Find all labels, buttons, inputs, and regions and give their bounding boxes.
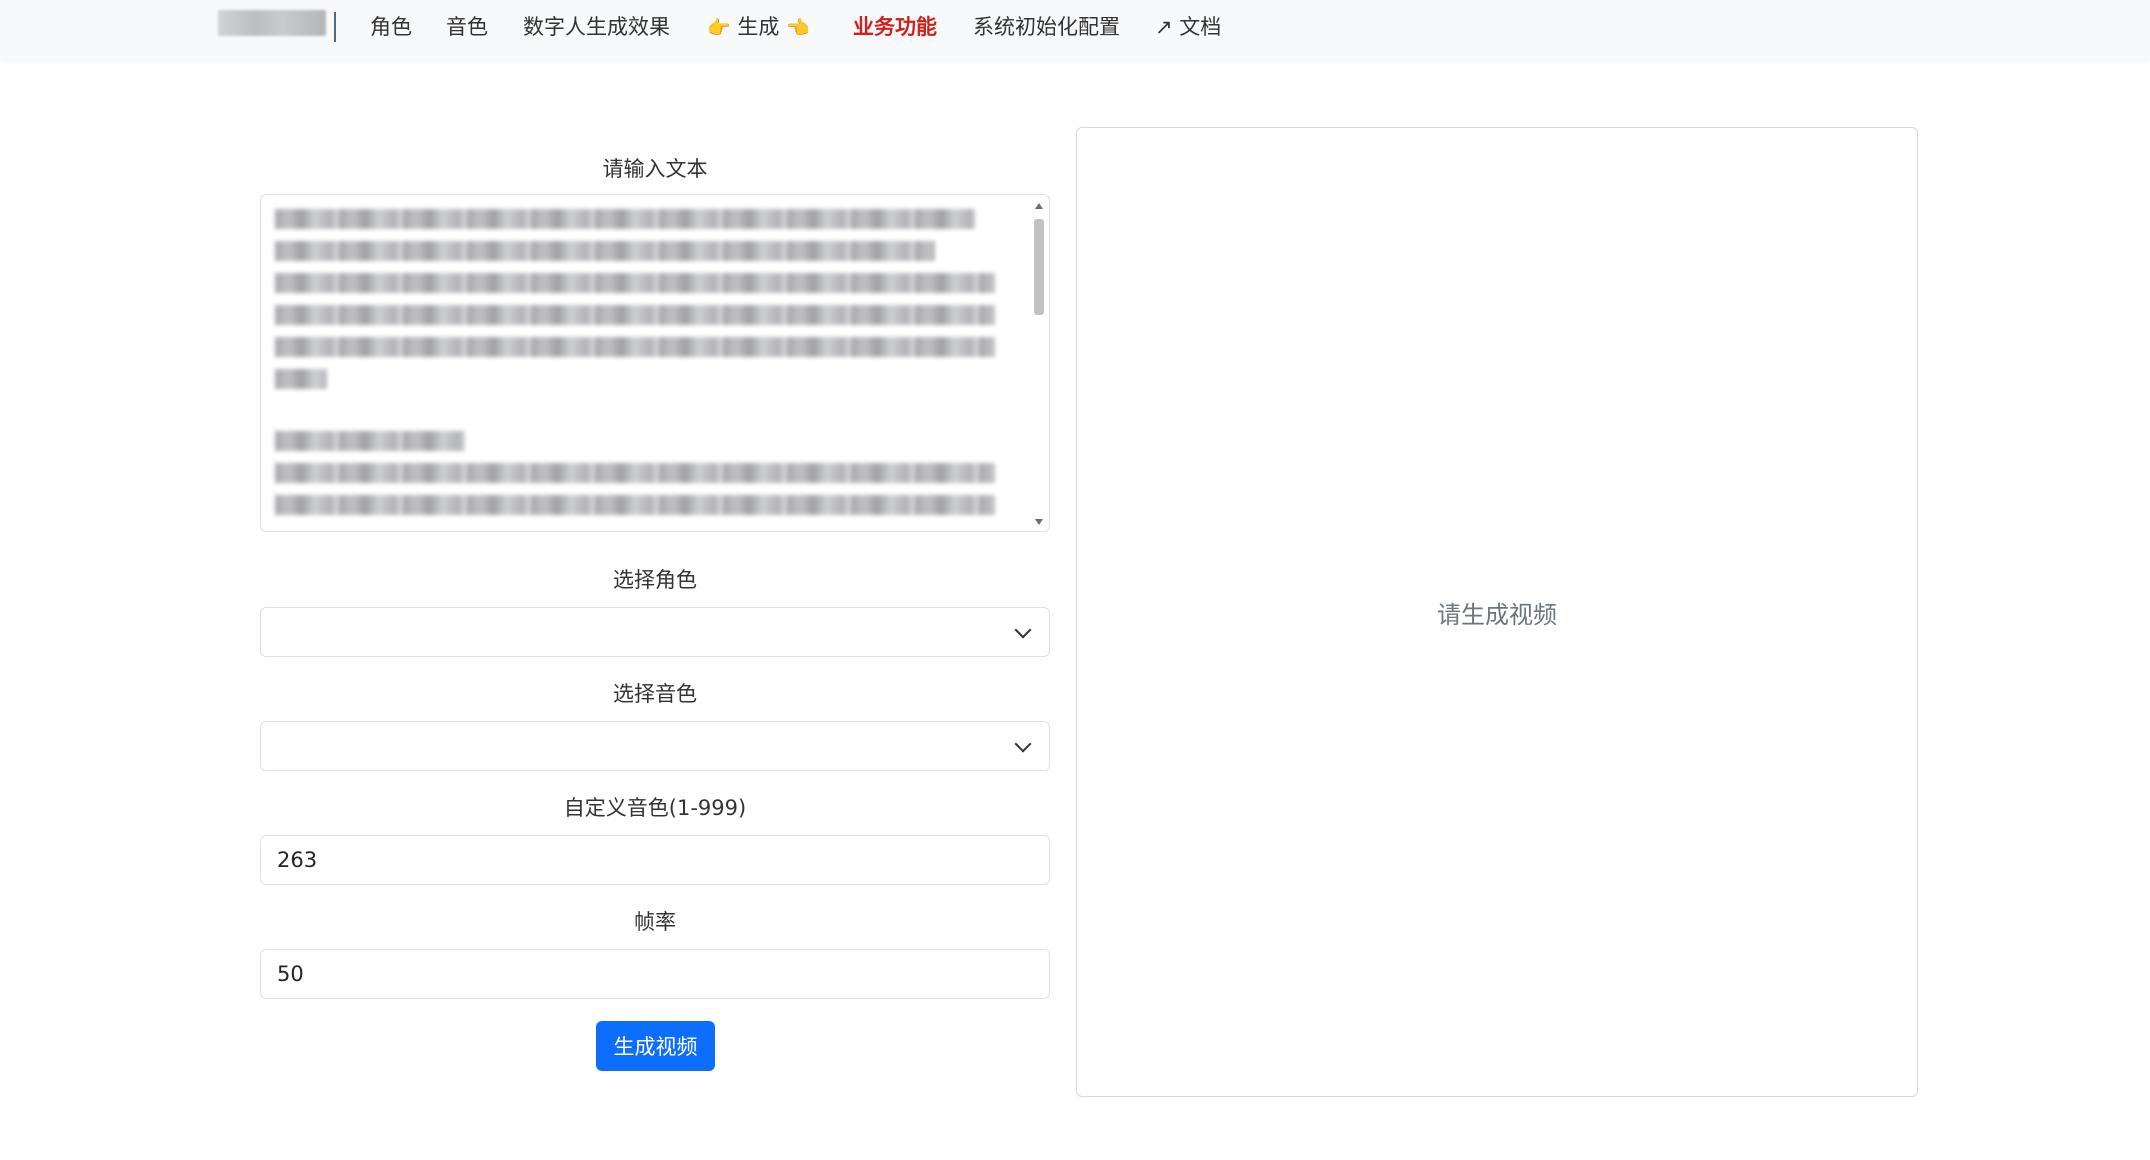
fps-input[interactable]: 50 <box>260 949 1050 999</box>
pointing-right-icon: 👉 <box>707 17 731 39</box>
video-preview-panel: 请生成视频 <box>1076 127 1918 1097</box>
nav-item-generate[interactable]: 👉 生成 👈 <box>707 13 810 42</box>
custom-voice-input[interactable]: 263 <box>260 835 1050 885</box>
nav-item-business-features[interactable]: 业务功能 <box>853 13 937 41</box>
blurred-text-line <box>275 305 995 325</box>
role-select-label: 选择角色 <box>613 568 697 592</box>
chevron-down-icon <box>1014 621 1032 639</box>
fps-label: 帧率 <box>634 910 676 934</box>
blurred-text-line <box>275 495 995 515</box>
nav-item-docs[interactable]: ↗ 文档 <box>1155 13 1221 41</box>
nav-item-voice[interactable]: 音色 <box>446 13 488 41</box>
blurred-text-line <box>275 369 327 389</box>
textarea-scrollbar[interactable] <box>1031 199 1047 529</box>
brand-divider <box>334 12 336 42</box>
nav-item-digital-human-results[interactable]: 数字人生成效果 <box>523 13 670 41</box>
nav-item-system-init-config[interactable]: 系统初始化配置 <box>973 13 1120 41</box>
brand-logo[interactable] <box>218 10 326 36</box>
nav-item-role[interactable]: 角色 <box>370 13 412 41</box>
generate-video-button[interactable]: 生成视频 <box>596 1021 715 1071</box>
text-input-label: 请输入文本 <box>602 157 708 181</box>
blurred-text-line <box>275 337 995 357</box>
external-link-icon: ↗ <box>1155 15 1173 39</box>
role-select[interactable] <box>260 607 1050 657</box>
blurred-text-line <box>275 463 995 483</box>
blurred-text-line <box>275 209 975 229</box>
voice-select[interactable] <box>260 721 1050 771</box>
nav-item-generate-label: 生成 <box>737 15 780 39</box>
voice-select-label: 选择音色 <box>613 682 697 706</box>
blurred-text-line <box>275 273 995 293</box>
scroll-thumb[interactable] <box>1034 219 1044 315</box>
blurred-text-line <box>275 431 465 451</box>
blurred-text-line <box>275 241 935 261</box>
chevron-down-icon <box>1014 735 1032 753</box>
video-placeholder-text: 请生成视频 <box>1437 601 1557 629</box>
nav-item-docs-label: 文档 <box>1179 15 1222 39</box>
scroll-down-arrow-icon[interactable] <box>1035 519 1043 525</box>
top-navbar: 角色 音色 数字人生成效果 👉 生成 👈 业务功能 系统初始化配置 ↗ 文档 <box>0 0 2150 60</box>
text-input-area[interactable] <box>260 194 1050 532</box>
custom-voice-label: 自定义音色(1-999) <box>563 796 747 820</box>
pointing-left-icon: 👈 <box>786 17 810 39</box>
scroll-up-arrow-icon[interactable] <box>1035 203 1043 209</box>
